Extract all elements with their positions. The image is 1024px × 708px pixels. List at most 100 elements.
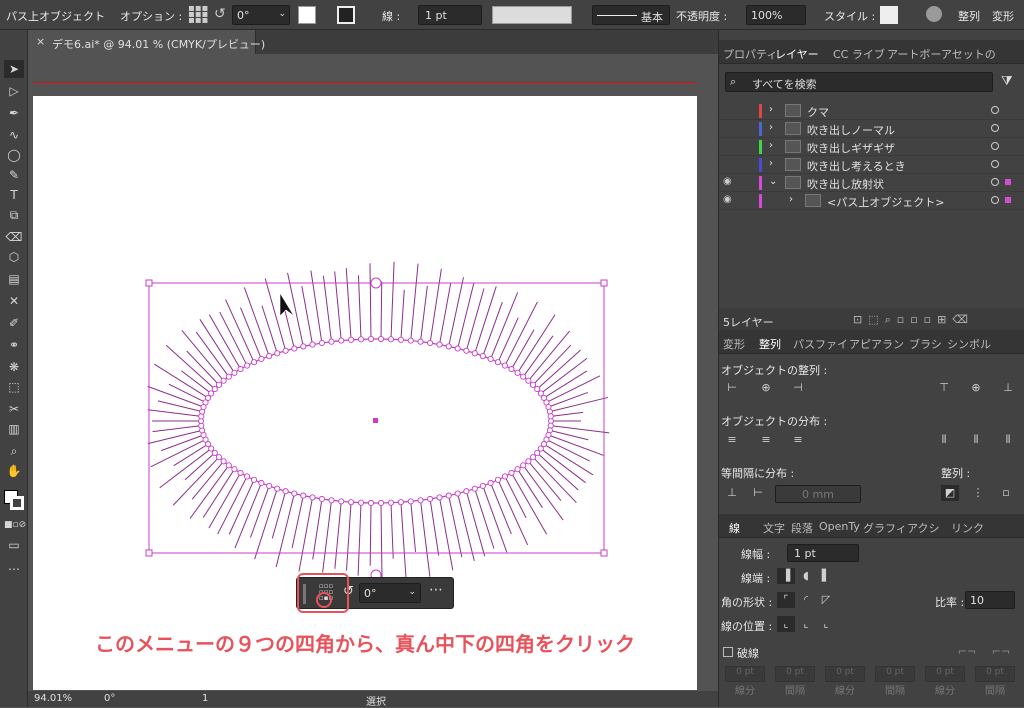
more-options-icon[interactable]: ⋯ — [429, 582, 443, 598]
tab-pathfinder[interactable]: パスファイ — [793, 336, 848, 352]
hand-tool-icon[interactable]: ✋ — [4, 462, 24, 480]
chevron-right-icon[interactable]: › — [769, 104, 773, 115]
tab-transform[interactable]: 変形 — [723, 336, 745, 352]
dash-value[interactable]: 0 pt — [925, 666, 965, 682]
distribute-top-button[interactable]: ≡ — [723, 432, 741, 448]
rotation-view[interactable]: 0° — [104, 693, 115, 704]
brush-tool-icon[interactable]: ✎ — [4, 166, 24, 184]
toolbar-rotation-input[interactable]: 0° ⌄ — [359, 583, 421, 603]
pen-tool-icon[interactable]: ✒ — [4, 104, 24, 122]
tab-align[interactable]: 整列 — [759, 336, 781, 352]
align-to-key-object-button[interactable]: ◩ — [941, 485, 959, 501]
bevel-join-button[interactable]: ◸ — [817, 592, 835, 608]
target-icon[interactable] — [991, 196, 999, 204]
stroke-weight-field[interactable]: 1 pt — [787, 544, 859, 562]
align-to-selection-button[interactable]: ⋮ — [969, 485, 987, 501]
tab-appearance[interactable]: アピアラン — [849, 336, 904, 352]
dashed-line-checkbox[interactable] — [723, 647, 733, 657]
visibility-eye-icon[interactable]: ◉ — [723, 176, 732, 187]
layer-row[interactable]: › 吹き出しギザギザ — [719, 138, 1024, 156]
dash-preserve-button[interactable]: ⌐¬ — [955, 644, 979, 660]
artboard-tool-icon[interactable]: ⬚ — [4, 378, 24, 396]
align-hcenter-button[interactable]: ⊕ — [757, 380, 775, 396]
align-vcenter-button[interactable]: ⊕ — [967, 380, 985, 396]
round-join-button[interactable]: ◜ — [797, 592, 815, 608]
eraser-tool-icon[interactable]: ⌫ — [4, 228, 24, 246]
variable-width-profile[interactable] — [492, 6, 572, 24]
projecting-cap-button[interactable]: ▌ — [817, 568, 835, 584]
dash-align-button[interactable]: ⌐¬ — [989, 644, 1013, 660]
tab-properties[interactable]: プロパティ — [723, 46, 777, 62]
tab-paragraph[interactable]: 段落 — [791, 520, 813, 536]
spacing-input[interactable]: 0 mm — [775, 485, 861, 503]
layer-search-input[interactable]: ⌕ すべてを検索 — [725, 72, 993, 92]
target-icon[interactable] — [991, 178, 999, 186]
blend-tool-icon[interactable]: ⚭ — [4, 336, 24, 354]
distribute-spacing-horizontal-button[interactable]: ⊢ — [749, 485, 767, 501]
dash-value[interactable]: 0 pt — [875, 666, 915, 682]
dash-value[interactable]: 0 pt — [775, 666, 815, 682]
graphic-style-swatch[interactable] — [880, 6, 898, 24]
tab-stroke[interactable]: 線 — [729, 520, 740, 536]
dash-field[interactable]: 0 pt 間隔 — [775, 666, 815, 700]
mesh-tool-icon[interactable]: ✕ — [4, 292, 24, 310]
stroke-color-icon[interactable] — [10, 496, 24, 510]
dash-value[interactable]: 0 pt — [825, 666, 865, 682]
layer-row[interactable]: › クマ — [719, 102, 1024, 120]
color-mode-icon[interactable]: ■▫⊘ — [4, 516, 26, 534]
type-tool-icon[interactable]: T — [4, 186, 24, 204]
close-tab-icon[interactable]: × — [36, 35, 45, 48]
zoom-level[interactable]: 94.01% — [34, 693, 72, 704]
transform-button[interactable]: 変形 — [992, 8, 1014, 24]
tab-artboards[interactable]: アートボー — [887, 46, 941, 62]
dash-field[interactable]: 0 pt 線分 — [825, 666, 865, 700]
selection-tool-icon[interactable]: ➤ — [4, 60, 24, 78]
tab-brushes[interactable]: ブラシ — [909, 336, 942, 352]
tab-cc-libraries[interactable]: CC ライブ — [833, 46, 885, 62]
miter-limit-input[interactable]: 10 — [965, 591, 1015, 609]
visibility-eye-icon[interactable]: ◉ — [723, 194, 732, 205]
more-tools-icon[interactable]: ⋯ — [4, 560, 24, 578]
slice-tool-icon[interactable]: ✂ — [4, 400, 24, 418]
zoom-tool-icon[interactable]: ⌕ — [4, 442, 24, 460]
align-bottom-button[interactable]: ⊥ — [999, 380, 1017, 396]
ellipse-tool-icon[interactable]: ◯ — [4, 146, 24, 164]
stroke-swatch[interactable] — [337, 6, 355, 24]
shape-builder-icon[interactable]: ⬡ — [4, 248, 24, 266]
layer-footer-buttons[interactable]: ⊡⬚⌕▫▫▫⊞⌫ — [853, 313, 974, 327]
target-icon[interactable] — [991, 160, 999, 168]
target-icon[interactable] — [991, 124, 999, 132]
dash-field[interactable]: 0 pt 線分 — [725, 666, 765, 700]
chevron-right-icon[interactable]: › — [769, 140, 773, 151]
miter-join-button[interactable]: ⌜ — [777, 592, 795, 608]
distribute-bottom-button[interactable]: ≡ — [789, 432, 807, 448]
distribute-spacing-vertical-button[interactable]: ⊥ — [723, 485, 741, 501]
brush-definition[interactable]: 基本 — [592, 5, 670, 25]
reference-point-icon[interactable]: ▪▪▪ ▪▪▪ ▪▪▪ — [188, 4, 208, 26]
eyedropper-tool-icon[interactable]: ✐ — [4, 314, 24, 332]
butt-cap-button[interactable]: ▐ — [777, 568, 795, 584]
tab-layers[interactable]: レイヤー — [775, 46, 819, 62]
tab-links[interactable]: リンク — [951, 520, 984, 536]
curvature-tool-icon[interactable]: ∿ — [4, 126, 24, 144]
tab-actions[interactable]: アクシ — [907, 520, 939, 536]
tab-asset-export[interactable]: アセットの — [941, 46, 996, 62]
direct-selection-tool-icon[interactable]: ▷ — [4, 82, 24, 100]
tab-character[interactable]: 文字 — [763, 520, 785, 536]
align-left-button[interactable]: ⊢ — [723, 380, 741, 396]
dash-field[interactable]: 0 pt 線分 — [925, 666, 965, 700]
round-cap-button[interactable]: ◖ — [797, 568, 815, 584]
chevron-right-icon[interactable]: › — [789, 194, 793, 205]
layer-row[interactable]: ◉ ⌄ 吹き出し放射状 — [719, 174, 1024, 192]
dash-field[interactable]: 0 pt 間隔 — [975, 666, 1015, 700]
distribute-left-button[interactable]: ⦀ — [935, 432, 953, 448]
gradient-tool-icon[interactable]: ▤ — [4, 270, 24, 288]
tab-graphic-styles[interactable]: グラフィ — [863, 520, 907, 536]
align-to-artboard-button[interactable]: ▫ — [997, 485, 1015, 501]
tab-symbols[interactable]: シンボル — [947, 336, 991, 352]
distribute-vcenter-button[interactable]: ≡ — [757, 432, 775, 448]
layer-row[interactable]: ◉ › <パス上オブジェクト> — [719, 192, 1024, 210]
layer-row[interactable]: › 吹き出しノーマル — [719, 120, 1024, 138]
symbol-sprayer-icon[interactable]: ❋ — [4, 358, 24, 376]
artboard-number[interactable]: 1 — [202, 693, 208, 704]
